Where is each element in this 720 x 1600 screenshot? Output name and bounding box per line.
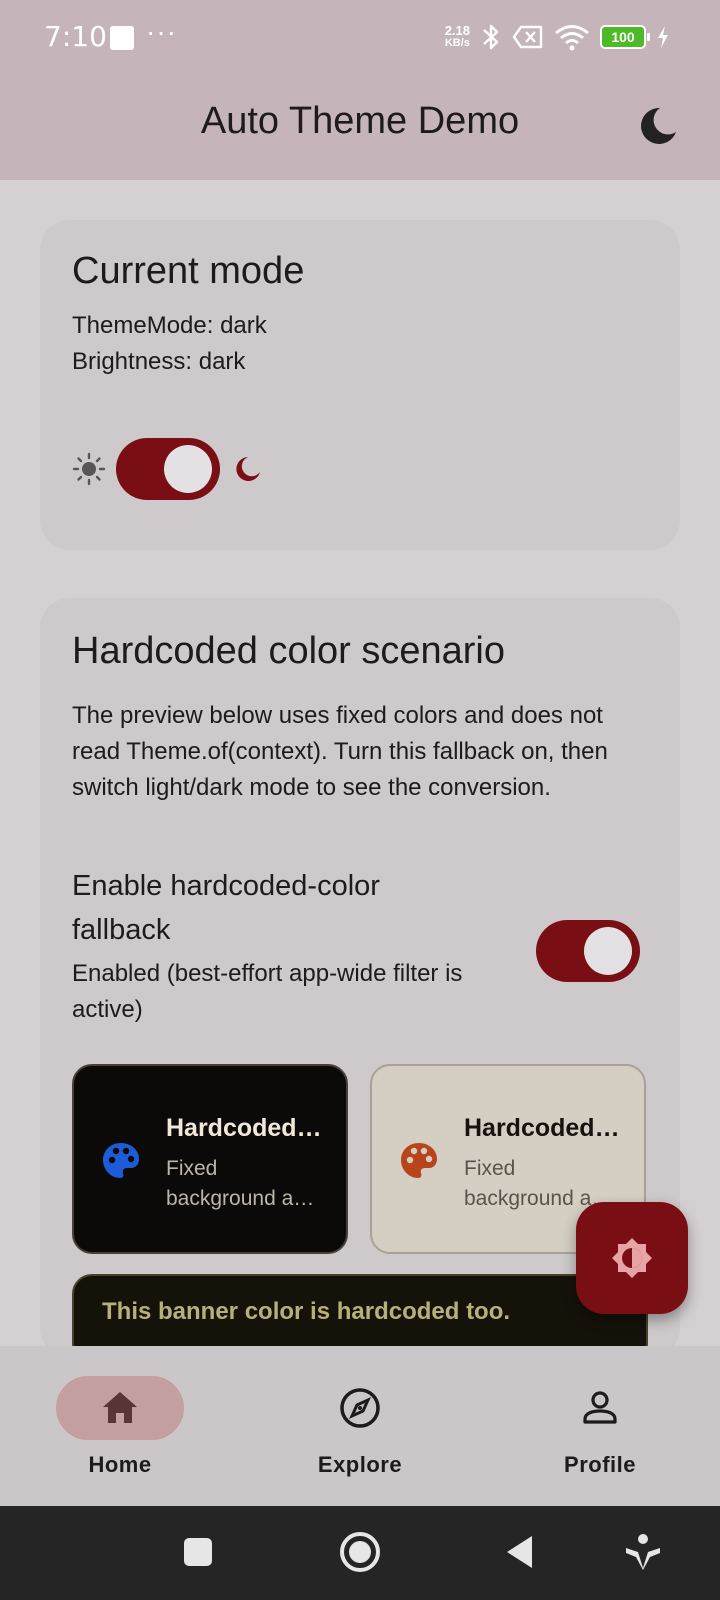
palette-icon	[103, 1143, 139, 1178]
network-speed-value: 2.18	[444, 23, 470, 38]
more-notifications-icon: ···	[146, 16, 177, 47]
theme-switch-row	[72, 438, 264, 500]
accessibility-button[interactable]	[624, 1532, 662, 1572]
dark-mode-switch[interactable]	[116, 438, 220, 500]
wifi-icon	[555, 25, 589, 51]
bluetooth-icon	[483, 24, 499, 50]
nav-pill-profile	[536, 1376, 664, 1440]
fallback-title: Enable hardcoded-color fallback	[72, 870, 380, 946]
fallback-switch[interactable]	[536, 920, 640, 982]
status-icons: 2.18 KB/s 100	[445, 22, 670, 52]
nav-label-profile: Profile	[564, 1452, 636, 1477]
brightness-icon	[612, 1238, 652, 1278]
back-button[interactable]	[504, 1534, 536, 1570]
brightness-fab[interactable]	[576, 1202, 688, 1314]
nav-item-home[interactable]: Home	[20, 1376, 220, 1478]
moon-icon[interactable]	[636, 104, 680, 148]
charging-icon	[658, 26, 668, 48]
preview-line-2: background a…	[166, 1187, 315, 1210]
no-sim-icon	[512, 25, 543, 49]
network-speed: 2.18 KB/s	[445, 24, 470, 50]
app-title: Auto Theme Demo	[200, 100, 520, 142]
nav-pill-home	[56, 1376, 184, 1440]
app-bar: Auto Theme Demo	[0, 80, 720, 180]
compass-icon	[340, 1388, 380, 1428]
battery-indicator: 100	[600, 25, 650, 49]
nav-item-explore[interactable]: Explore	[260, 1376, 460, 1478]
current-mode-card: Current mode ThemeMode: dark Brightness:…	[40, 220, 680, 550]
hardcoded-description: The preview below uses fixed colors and …	[72, 702, 608, 801]
moon-icon	[236, 457, 260, 481]
brightness-text: Brightness: dark	[72, 348, 246, 375]
network-speed-unit: KB/s	[444, 37, 470, 49]
preview-card-dark: Hardcoded … Fixed background a…	[72, 1064, 348, 1254]
home-button[interactable]	[338, 1530, 382, 1574]
hardcoded-title: Hardcoded color scenario	[72, 630, 506, 672]
switch-thumb	[584, 927, 632, 975]
system-navigation-bar	[0, 1506, 720, 1600]
preview-line-1: Fixed	[166, 1157, 218, 1180]
status-time: 7:10	[44, 20, 107, 53]
sun-icon	[72, 452, 106, 486]
notification-icon	[110, 26, 134, 50]
person-icon	[583, 1391, 617, 1424]
palette-icon	[401, 1143, 437, 1178]
nav-label-home: Home	[88, 1452, 152, 1477]
current-mode-title: Current mode	[72, 250, 305, 292]
theme-mode-text: ThemeMode: dark	[72, 312, 267, 339]
preview-text: Fixed background a…	[166, 1154, 326, 1214]
status-bar: 7:10 ··· 2.18 KB/s 100	[0, 0, 720, 80]
bottom-navigation: Home Explore Profile	[0, 1346, 720, 1506]
preview-title: Hardcoded …	[166, 1114, 326, 1142]
nav-label-explore: Explore	[317, 1452, 403, 1477]
preview-line-1: Fixed	[464, 1157, 516, 1180]
home-icon	[103, 1392, 137, 1423]
preview-title: Hardcoded …	[464, 1114, 624, 1142]
nav-pill-explore	[296, 1376, 424, 1440]
switch-thumb	[164, 445, 212, 493]
nav-item-profile[interactable]: Profile	[500, 1376, 700, 1478]
fallback-status: Enabled (best-effort app-wide filter is …	[72, 960, 463, 1023]
recent-apps-button[interactable]	[182, 1536, 214, 1568]
